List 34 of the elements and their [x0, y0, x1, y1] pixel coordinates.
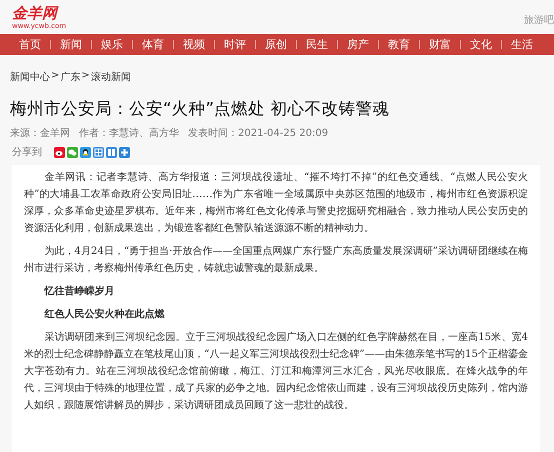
section-heading: 红色人民公安火种在此点燃 — [43, 307, 166, 322]
meta-text: 作者：李慧诗、高方华 — [79, 126, 179, 140]
breadcrumb-separator: > — [50, 70, 60, 83]
nav-item[interactable]: 生活 — [502, 38, 542, 52]
breadcrumb-link[interactable]: 广东 — [60, 70, 80, 84]
nav-item[interactable]: 视频 — [174, 38, 214, 52]
share-weibo-icon[interactable] — [54, 146, 65, 158]
nav-item[interactable]: 文化 — [461, 38, 501, 52]
breadcrumb-link[interactable]: 新闻中心 — [10, 70, 50, 84]
nav-item[interactable]: 首页 — [10, 38, 50, 52]
share-label: 分享到 — [12, 146, 42, 159]
article-paragraph: 为此，4月24日，“勇于担当·开放合作——全国重点网媒广东行暨广东高质量发展深调研”采访调研团继续在梅州市进行采访，考察梅州传承红色历史，铸就忠诚警魂的最新成果。 — [24, 244, 528, 276]
article-paragraph: 金羊网讯：记者李慧诗、高方华报道：三河坝战役遗址、“摧不垮打不掉”的红色交通线、“点燃人民公安火种”的大埔县工农革命政府公安局旧址……作为广东省唯一全域属原中央苏区范围的地级市，梅州市红色资源积淀深厚，众多革命史迹星罗棋布。近年来，梅州市将红色文化传承与警史挖掘研究相融合，致力推动人民公安历史的资源活化利用，创新成果迭出，为锻造客都红色警队输送源源不断的精神动力。 — [24, 170, 528, 236]
meta-text: 发表时间：2021-04-25 20:09 — [188, 126, 328, 140]
article-paragraph: 采访调研团来到三河坝纪念园。立于三河坝战役纪念园广场入口左侧的红色字牌赫然在目，一座高15米、宽4米的烈士纪念碑静静矗立在笔枝尾山顶，“八一起义军三河坝战役烈士纪念碑”——由朱德亲笔书写的15个正楷鎏金大字苍劲有力。站在三河坝战役纪念馆前俯瞰，梅江、汀江和梅潭河三水汇合，风光尽收眼底。在烽火战争的年代，三河坝由于特殊的地理位置，成了兵家的必争之地。园内纪念馆依山而建，设有三河坝战役历史陈列，馆内游人如织，跟随展馆讲解员的脚步，采访调研团成员回顾了这一悲壮的战役。 — [24, 330, 528, 413]
nav-item[interactable]: 原创 — [256, 38, 296, 52]
breadcrumb-link[interactable]: 滚动新闻 — [90, 70, 131, 84]
nav-item[interactable]: 民生 — [297, 38, 337, 52]
nav-item[interactable]: 房产 — [338, 38, 378, 52]
nav-item[interactable]: 新闻 — [51, 38, 91, 52]
share-qq-icon[interactable] — [80, 146, 91, 158]
nav-item[interactable]: 教育 — [379, 38, 419, 52]
share-tieba-icon[interactable] — [106, 146, 117, 158]
nav-item[interactable]: 体育 — [133, 38, 173, 52]
logo-text[interactable]: 金羊网 — [12, 4, 57, 22]
top-link[interactable]: 旅游吧 — [524, 13, 554, 27]
meta-text: 来源：金羊网 — [10, 126, 70, 140]
nav-item[interactable]: 娱乐 — [92, 38, 132, 52]
nav-item[interactable]: 财富 — [420, 38, 460, 52]
breadcrumb-separator: > — [80, 70, 91, 83]
nav-item[interactable]: 时评 — [215, 38, 255, 52]
article-title: 梅州市公安局：公安“火种”点燃处 初心不改铸警魂 — [10, 98, 390, 120]
share-plus-icon[interactable] — [119, 146, 130, 158]
section-heading: 忆往昔峥嵘岁月 — [43, 284, 116, 299]
